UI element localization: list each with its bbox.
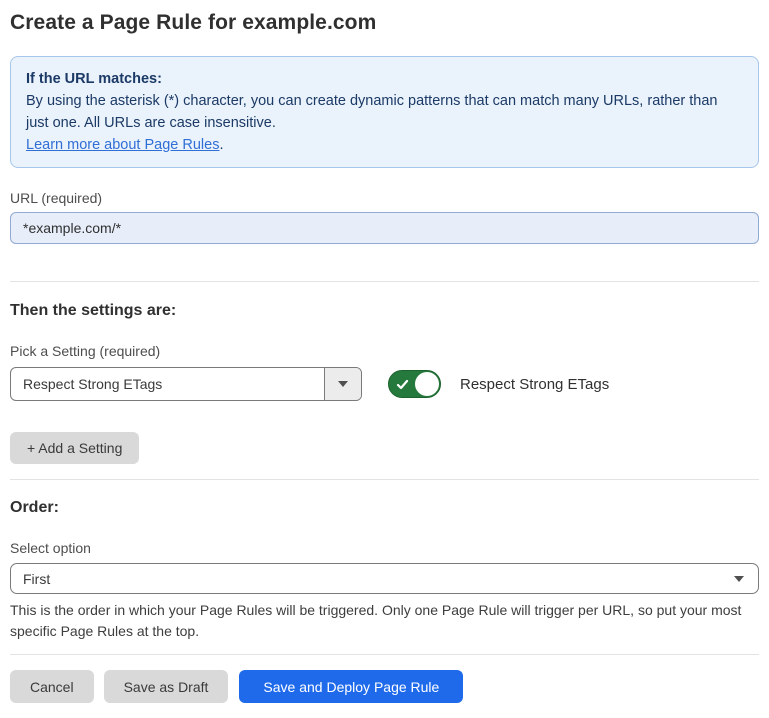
order-heading: Order: [10,498,759,518]
cancel-button[interactable]: Cancel [10,670,94,703]
url-input[interactable] [10,212,759,244]
learn-more-link[interactable]: Learn more about Page Rules [26,137,219,153]
add-setting-button[interactable]: + Add a Setting [10,432,139,464]
chevron-down-icon [734,576,744,582]
setting-select-arrow-button[interactable] [324,368,361,400]
etags-toggle[interactable] [388,370,441,398]
notice-heading: If the URL matches: [26,68,743,90]
order-select[interactable]: First [10,563,759,594]
save-and-deploy-button[interactable]: Save and Deploy Page Rule [239,670,463,703]
settings-heading: Then the settings are: [10,301,759,321]
divider [10,479,759,480]
create-page-rule-form: Create a Page Rule for example.com If th… [0,0,769,718]
setting-select[interactable]: Respect Strong ETags [10,367,362,401]
url-match-notice: If the URL matches: By using the asteris… [10,56,759,168]
order-select-value: First [23,571,50,587]
divider [10,281,759,282]
chevron-down-icon [338,381,348,387]
setting-select-value: Respect Strong ETags [11,368,324,400]
footer-actions: Cancel Save as Draft Save and Deploy Pag… [10,670,759,703]
link-suffix: . [219,137,223,153]
notice-body: By using the asterisk (*) character, you… [26,90,743,134]
toggle-knob [415,372,439,396]
pick-setting-label: Pick a Setting (required) [10,343,759,360]
order-select-label: Select option [10,540,759,557]
toggle-label: Respect Strong ETags [460,376,609,393]
divider [10,654,759,655]
order-help-text: This is the order in which your Page Rul… [10,600,759,642]
page-title: Create a Page Rule for example.com [10,10,759,36]
notice-link-line: Learn more about Page Rules. [26,134,743,156]
setting-row: Respect Strong ETags Respect Strong ETag… [10,367,759,401]
save-as-draft-button[interactable]: Save as Draft [104,670,229,703]
url-label: URL (required) [10,190,759,207]
check-icon [396,378,409,391]
